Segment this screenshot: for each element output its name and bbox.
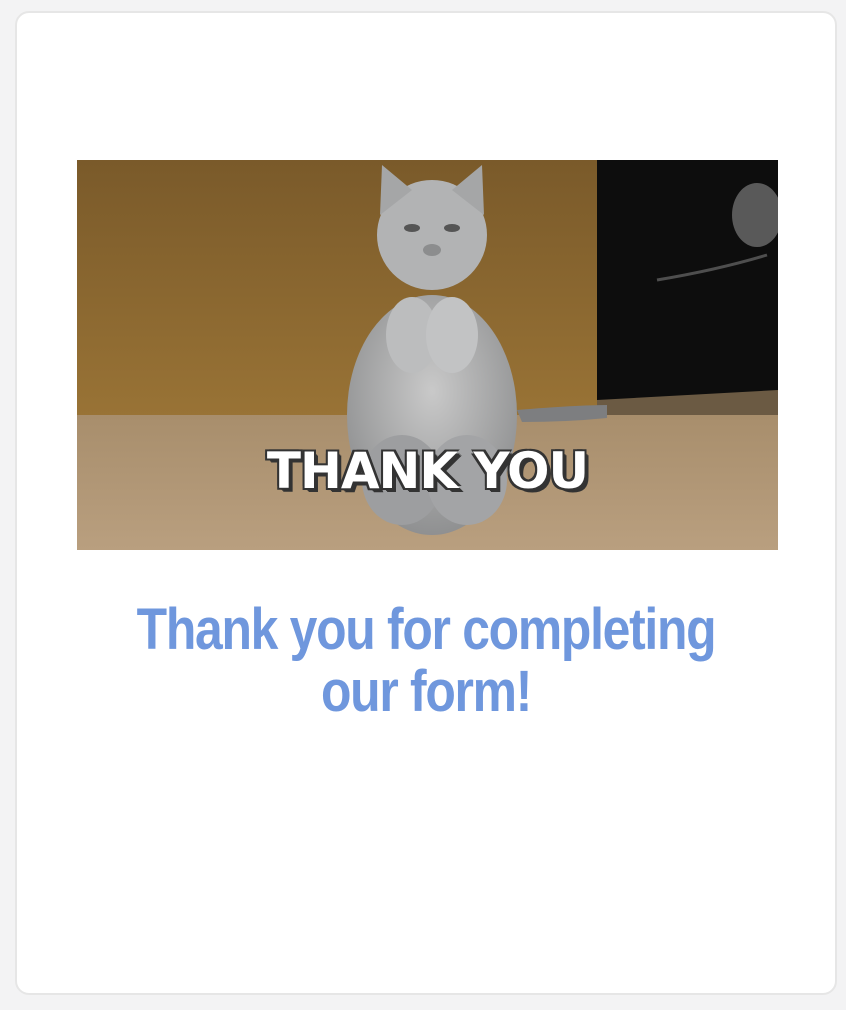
thank-you-card: THANK YOU Thank you for completing our f… [15,11,837,995]
gif-caption: THANK YOU [266,442,589,500]
thank-you-gif: THANK YOU [77,160,778,550]
thank-you-message: Thank you for completing our form! [136,597,717,724]
